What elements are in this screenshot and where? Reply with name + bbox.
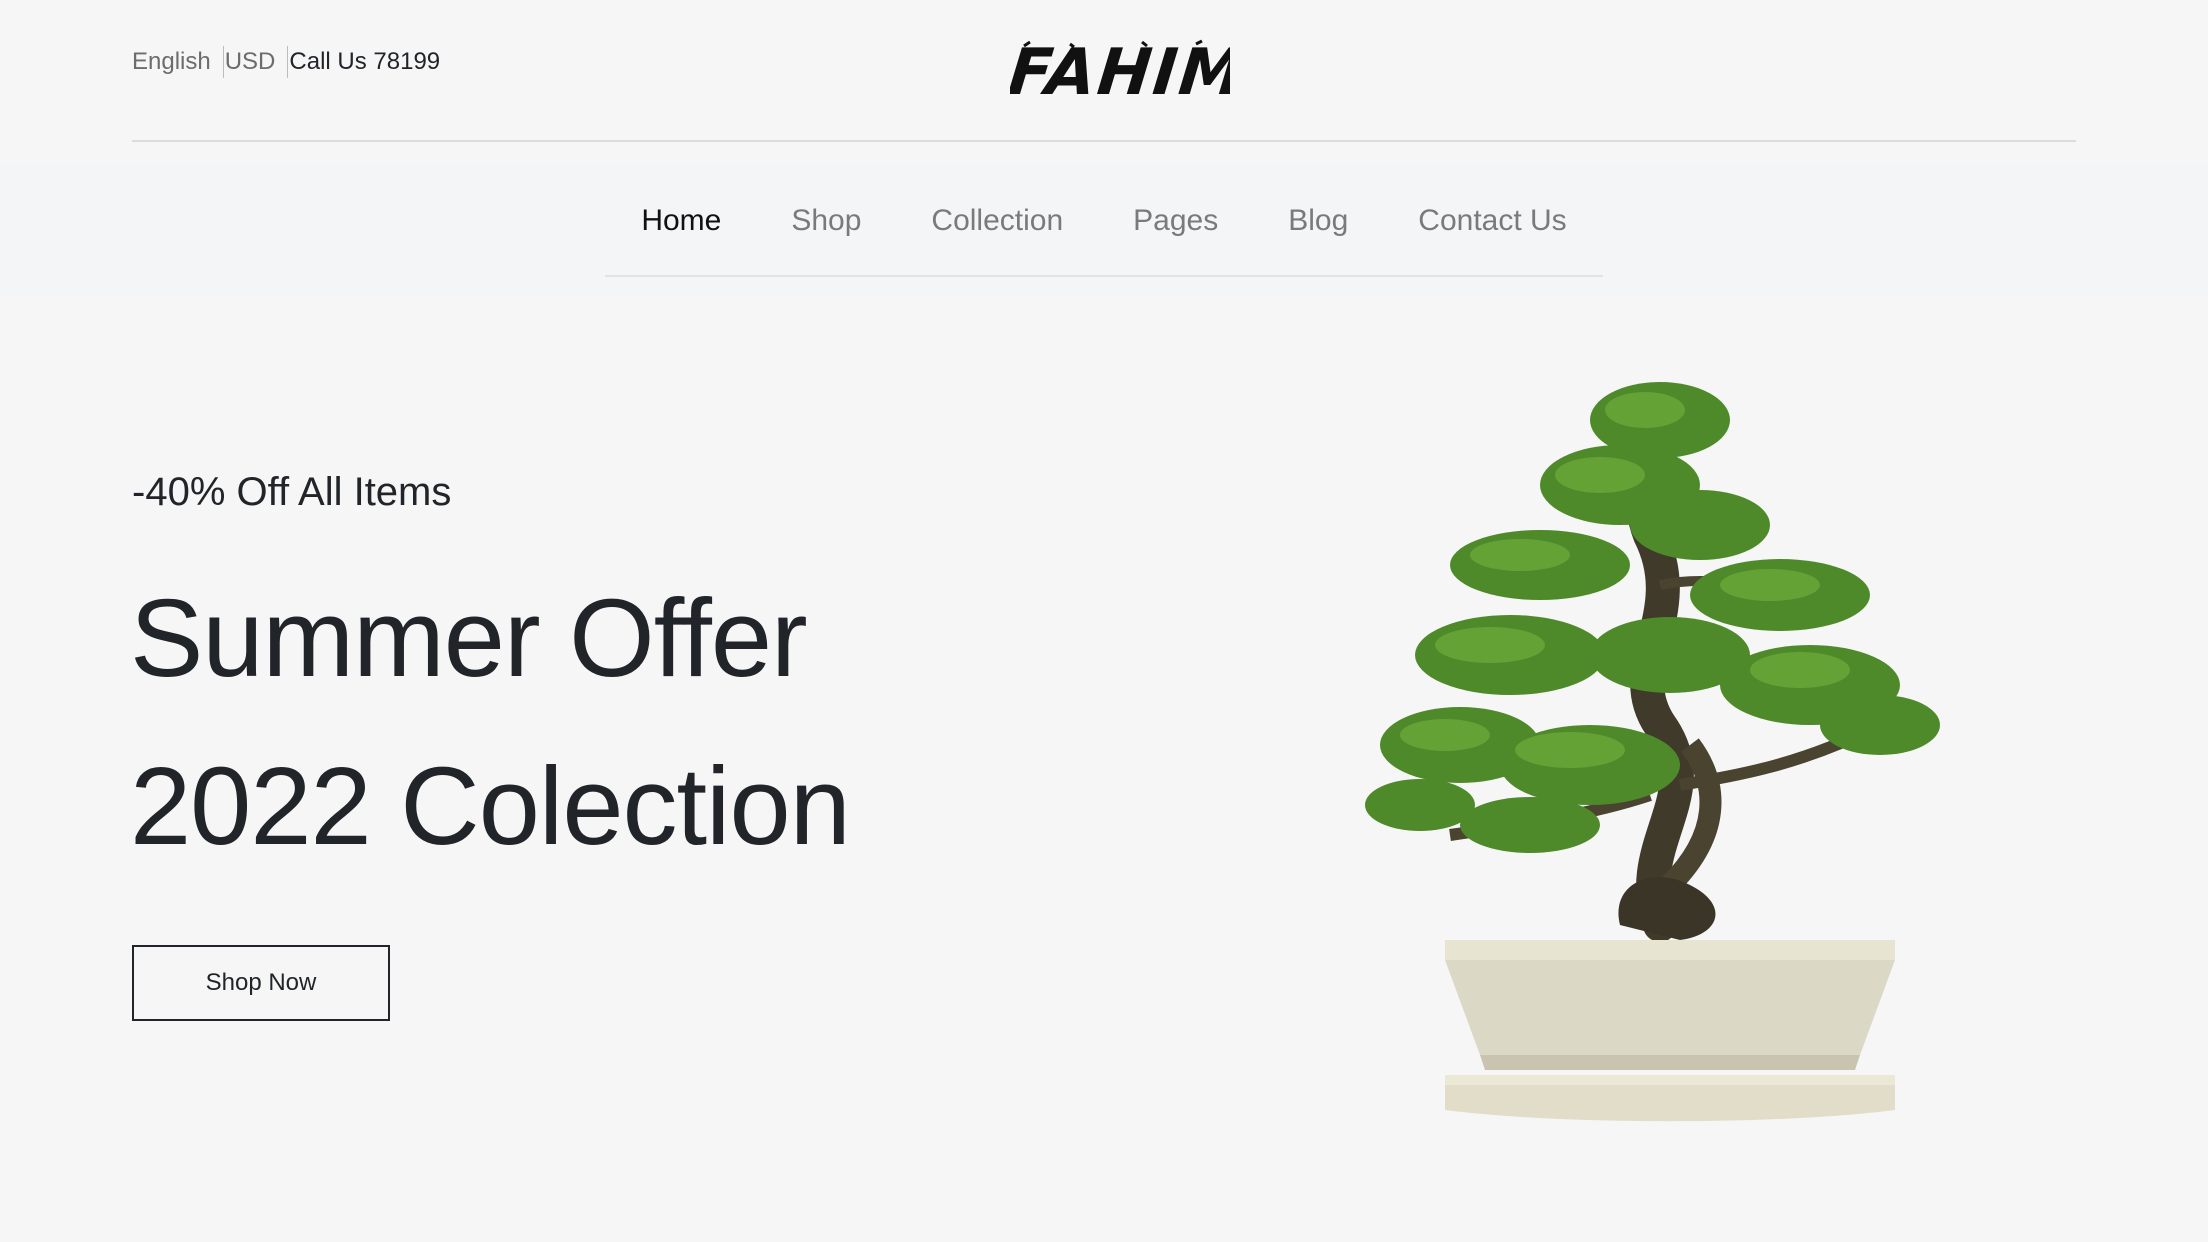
bonsai-image <box>1365 382 1940 1122</box>
hero-title: Summer Offer 2022 Colection <box>130 555 851 891</box>
nav-item-shop[interactable]: Shop <box>791 202 861 238</box>
nav-item-contact-us[interactable]: Contact Us <box>1418 202 1566 238</box>
nav-item-home[interactable]: Home <box>641 202 721 238</box>
shop-now-button[interactable]: Shop Now <box>132 945 390 1021</box>
svg-text:FAHIM: FAHIM <box>1010 35 1230 108</box>
call-us-link[interactable]: Call Us 78199 <box>289 48 440 76</box>
hero-title-line-2: 2022 Colection <box>130 745 851 868</box>
divider <box>222 46 224 78</box>
header-divider <box>132 140 2076 142</box>
language-selector[interactable]: English <box>132 48 211 76</box>
main-navigation: Home Shop Collection Pages Blog Contact … <box>0 165 2208 297</box>
brand-logo[interactable]: FAHIM <box>1010 24 1230 108</box>
hero-title-line-1: Summer Offer <box>130 577 808 700</box>
divider <box>287 46 289 78</box>
nav-item-collection[interactable]: Collection <box>931 202 1063 238</box>
nav-item-blog[interactable]: Blog <box>1288 202 1348 238</box>
top-bar: English USD Call Us 78199 FAHIM <box>0 0 2208 165</box>
hero-subtitle: -40% Off All Items <box>132 470 452 514</box>
nav-item-pages[interactable]: Pages <box>1133 202 1218 238</box>
currency-selector[interactable]: USD <box>225 48 276 76</box>
top-bar-utilities: English USD Call Us 78199 <box>132 46 440 78</box>
nav-menu: Home Shop Collection Pages Blog Contact … <box>605 165 1603 277</box>
